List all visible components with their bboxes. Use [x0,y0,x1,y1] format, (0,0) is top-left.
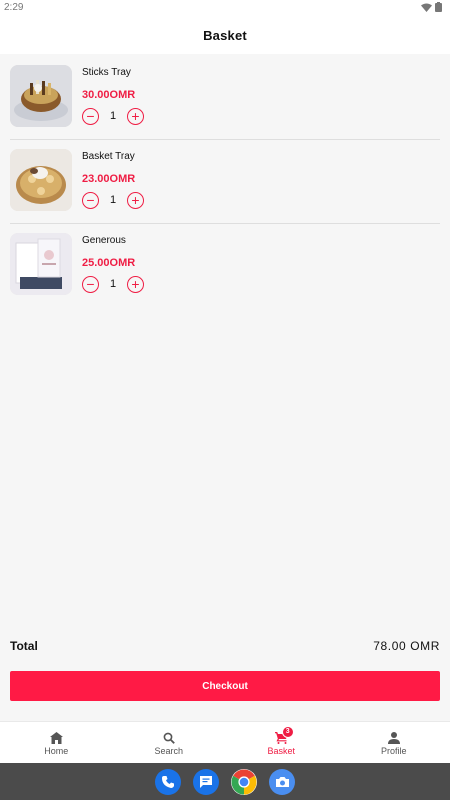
increase-quantity-button[interactable]: + [127,275,144,293]
decrease-quantity-button[interactable]: − [82,191,99,209]
item-price: 30.00OMR [82,89,136,101]
chrome-icon[interactable] [231,768,257,795]
messages-icon[interactable] [193,768,219,795]
product-image-sticks-tray[interactable] [10,65,72,127]
status-time: 2:29 [4,2,24,13]
system-icons [421,2,442,12]
quantity-stepper: − 1 + [82,107,144,125]
nav-item-profile[interactable]: Profile [338,722,450,764]
nav-label-home: Home [44,745,69,756]
item-price: 25.00OMR [82,257,136,269]
total-label: Total [10,639,38,653]
nav-item-basket[interactable]: 3 Basket [225,722,338,764]
camera-icon[interactable] [269,768,295,795]
wifi-icon [421,3,432,12]
cart-icon: 3 [274,725,294,745]
basket-item: Basket Tray 23.00OMR − 1 + [10,140,440,224]
increase-quantity-button[interactable]: + [127,191,144,209]
increase-quantity-button[interactable]: + [127,107,144,125]
product-image-basket-tray[interactable] [10,149,72,211]
product-image-generous[interactable] [10,233,72,295]
search-icon [163,731,175,745]
home-icon [49,731,63,745]
quantity-value: 1 [109,194,117,206]
quantity-stepper: − 1 + [82,191,144,209]
checkout-button[interactable]: Checkout [10,671,440,701]
battery-icon [435,2,442,12]
nav-label-profile: Profile [380,745,407,756]
quantity-stepper: − 1 + [82,275,144,293]
basket-item: Sticks Tray 30.00OMR − 1 + [10,56,440,140]
decrease-quantity-button[interactable]: − [82,275,99,293]
page-title: Basket [203,27,247,43]
total-row: Total 78.00 OMR [10,636,440,656]
nav-label-basket: Basket [267,745,295,756]
total-value: 78.00 OMR [373,639,440,653]
basket-list: Sticks Tray 30.00OMR − 1 + Basket Tray 2… [0,56,450,308]
phone-icon[interactable] [155,768,181,795]
quantity-value: 1 [109,278,117,290]
nav-label-search: Search [154,745,184,756]
system-dock [0,763,450,800]
cart-count-badge: 3 [281,725,294,738]
quantity-value: 1 [109,110,117,122]
app-bar: Basket [0,16,450,54]
bottom-nav: Home Search 3 Basket Profile [0,721,450,764]
item-name: Basket Tray [82,151,135,162]
nav-item-search[interactable]: Search [113,722,226,764]
nav-item-home[interactable]: Home [0,722,113,764]
decrease-quantity-button[interactable]: − [82,107,99,125]
item-name: Generous [82,235,126,246]
item-name: Sticks Tray [82,67,131,78]
item-price: 23.00OMR [82,173,136,185]
basket-item: Generous 25.00OMR − 1 + [10,224,440,308]
status-bar: 2:29 [0,0,450,16]
person-icon [387,731,400,745]
